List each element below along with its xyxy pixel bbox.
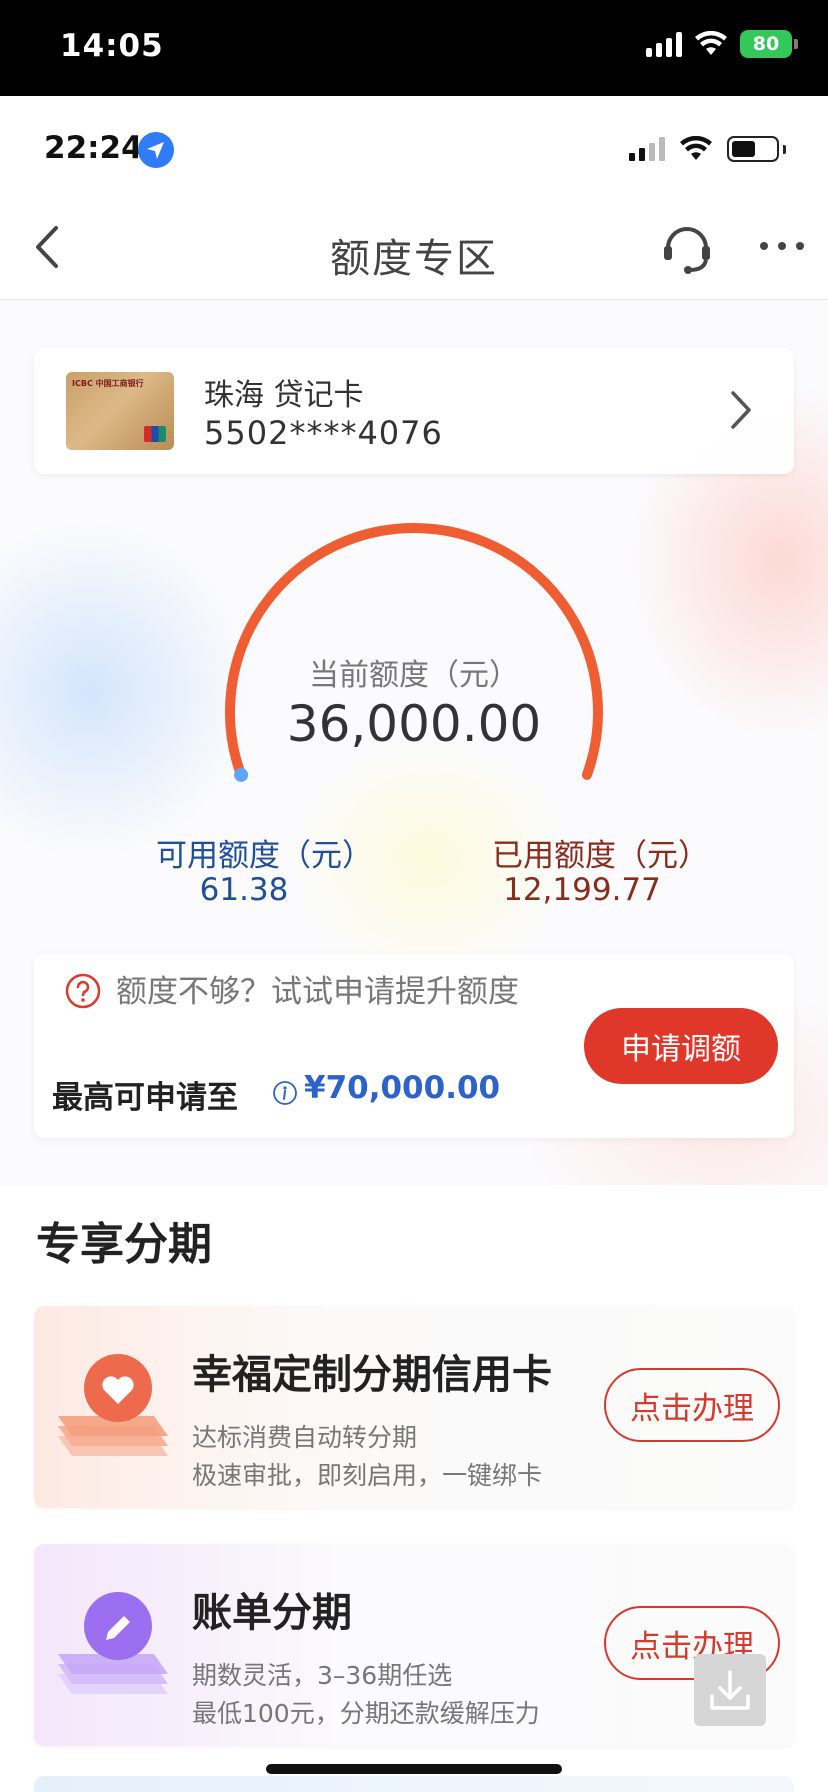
next-installment-card	[34, 1776, 794, 1792]
available-limit-value: 61.38	[199, 872, 289, 908]
heart-icon	[58, 1354, 168, 1456]
customer-service-headset-icon[interactable]	[658, 218, 716, 276]
unionpay-logo-icon	[144, 426, 166, 442]
installment-card-bill[interactable]: 账单分期 期数灵活，3–36期任选 最低100元，分期还款缓解压力 点击办理	[34, 1544, 794, 1746]
card-logo-text: ICBC 中国工商银行	[72, 379, 144, 388]
installment-description: 期数灵活，3–36期任选	[192, 1661, 453, 1690]
limit-increase-promo: 额度不够？试试申请提升额度 最高可申请至 ¥70,000.00 申请调额	[34, 954, 794, 1138]
used-limit-label: 已用额度（元）	[492, 838, 709, 874]
download-icon[interactable]	[694, 1654, 766, 1726]
installment-card-happy-custom[interactable]: 幸福定制分期信用卡 达标消费自动转分期 极速审批，即刻启用，一键绑卡 点击办理	[34, 1306, 794, 1508]
cellular-signal-icon	[629, 137, 665, 161]
max-limit-label: 最高可申请至	[52, 1080, 238, 1116]
inner-clock: 22:24	[44, 130, 143, 166]
card-number: 5502****4076	[204, 414, 443, 452]
apply-limit-adjust-button[interactable]: 申请调额	[584, 1008, 778, 1084]
battery-cap	[794, 39, 798, 49]
gauge-available-marker	[234, 767, 249, 782]
inner-status-icons	[629, 136, 786, 162]
info-icon[interactable]	[272, 1080, 298, 1106]
installment-description: 最低100元，分期还款缓解压力	[192, 1699, 540, 1728]
wifi-icon	[680, 136, 712, 160]
limit-increase-question: 额度不够？试试申请提升额度	[116, 974, 519, 1010]
available-limit-label: 可用额度（元）	[156, 838, 373, 874]
cellular-signal-icon	[646, 31, 682, 57]
apply-now-button[interactable]: 点击办理	[604, 1368, 780, 1442]
credit-overview: ICBC 中国工商银行 珠海 贷记卡 5502****4076 当前额度（元） …	[0, 300, 828, 1185]
installment-description: 达标消费自动转分期	[192, 1423, 418, 1452]
card-selector[interactable]: ICBC 中国工商银行 珠海 贷记卡 5502****4076	[34, 348, 794, 474]
battery-level: 80	[752, 33, 780, 55]
used-limit-value: 12,199.77	[503, 872, 661, 908]
outer-status-bar: 14:05 80	[0, 0, 828, 96]
outer-status-icons: 80	[646, 30, 798, 58]
exclusive-installments-title: 专享分期	[36, 1219, 212, 1270]
card-name: 珠海 贷记卡	[204, 378, 364, 413]
max-limit-amount: ¥70,000.00	[304, 1070, 501, 1106]
installment-description: 极速审批，即刻启用，一键绑卡	[192, 1461, 543, 1490]
outer-clock: 14:05	[60, 28, 164, 64]
more-options-icon[interactable]	[758, 236, 806, 256]
credit-card-thumbnail: ICBC 中国工商银行	[66, 372, 174, 450]
installment-title: 账单分期	[192, 1590, 352, 1636]
navigation-bar: 额度专区	[0, 196, 828, 300]
current-limit-value: 36,000.00	[286, 695, 542, 753]
location-arrow-icon	[138, 132, 174, 168]
wifi-icon	[695, 31, 727, 55]
battery-icon: 80	[740, 30, 792, 58]
inner-status-bar: 22:24	[0, 96, 828, 196]
home-indicator[interactable]	[266, 1764, 562, 1774]
installment-title: 幸福定制分期信用卡	[192, 1352, 552, 1398]
chevron-right-icon	[731, 391, 751, 429]
question-circle-icon	[65, 973, 101, 1009]
battery-cap	[783, 144, 786, 154]
current-limit-label: 当前额度（元）	[309, 658, 519, 693]
battery-icon	[727, 136, 779, 162]
pencil-icon	[58, 1592, 168, 1694]
